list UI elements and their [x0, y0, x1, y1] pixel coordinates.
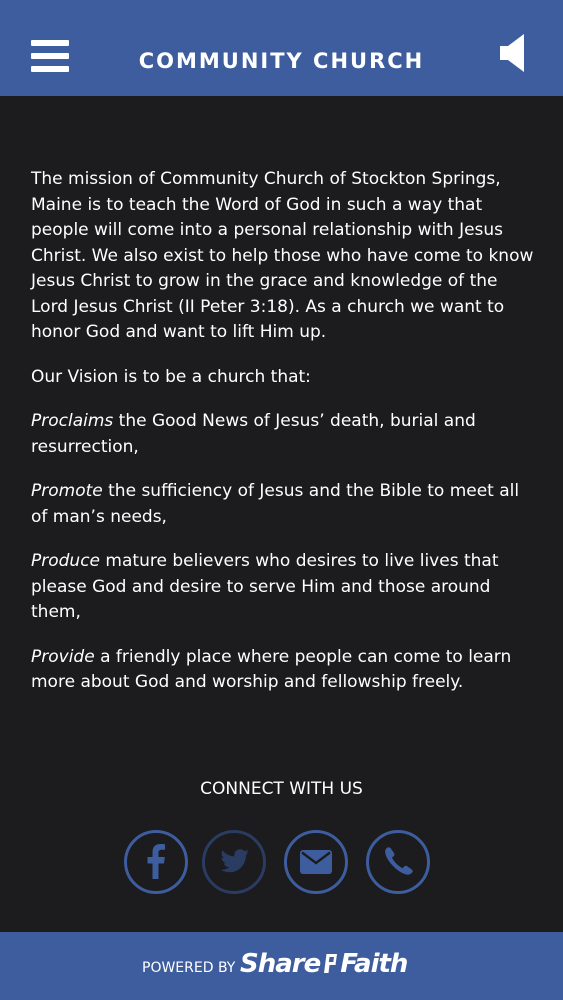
vision-item-produce: Produce mature believers who desires to …	[31, 549, 536, 626]
email-icon	[300, 850, 332, 874]
vision-text: mature believers who desires to live liv…	[31, 551, 499, 622]
brand-text-faith: Faith	[340, 949, 408, 979]
connect-title: CONNECT WITH US	[200, 779, 363, 799]
facebook-icon	[147, 844, 165, 879]
brand-text-share: Share	[240, 949, 321, 979]
phone-icon	[385, 847, 413, 875]
flag-icon	[324, 954, 338, 973]
mission-paragraph: The mission of Community Church of Stock…	[31, 169, 534, 342]
page-title: COMMUNITY CHURCH	[138, 49, 425, 73]
vision-intro: Our Vision is to be a church that:	[31, 366, 311, 387]
vision-keyword: Produce	[31, 551, 101, 571]
app-header: COMMUNITY CHURCH	[0, 0, 563, 96]
phone-button[interactable]	[366, 830, 430, 894]
facebook-button[interactable]	[124, 830, 188, 894]
vision-item-provide: Provide a friendly place where people ca…	[31, 645, 536, 696]
speaker-icon[interactable]	[499, 33, 527, 73]
vision-item-proclaims: Proclaims the Good News of Jesus’ death,…	[31, 409, 536, 460]
twitter-icon	[220, 849, 249, 873]
vision-keyword: Promote	[31, 481, 103, 501]
sharefaith-logo[interactable]: Share Faith	[240, 948, 408, 980]
vision-keyword: Provide	[31, 646, 95, 667]
mission-content: The mission of Community Church of Stock…	[31, 167, 536, 715]
vision-text: a friendly place where people can come t…	[31, 646, 512, 693]
vision-text: the sufficiency of Jesus and the Bible t…	[31, 481, 520, 527]
twitter-button[interactable]	[202, 830, 266, 894]
powered-by-label: POWERED BY	[142, 960, 236, 976]
email-button[interactable]	[284, 830, 348, 894]
vision-item-promote: Promote the sufficiency of Jesus and the…	[31, 479, 536, 530]
app-footer: POWERED BY Share Faith	[0, 932, 563, 1000]
vision-keyword: Proclaims	[31, 411, 114, 431]
